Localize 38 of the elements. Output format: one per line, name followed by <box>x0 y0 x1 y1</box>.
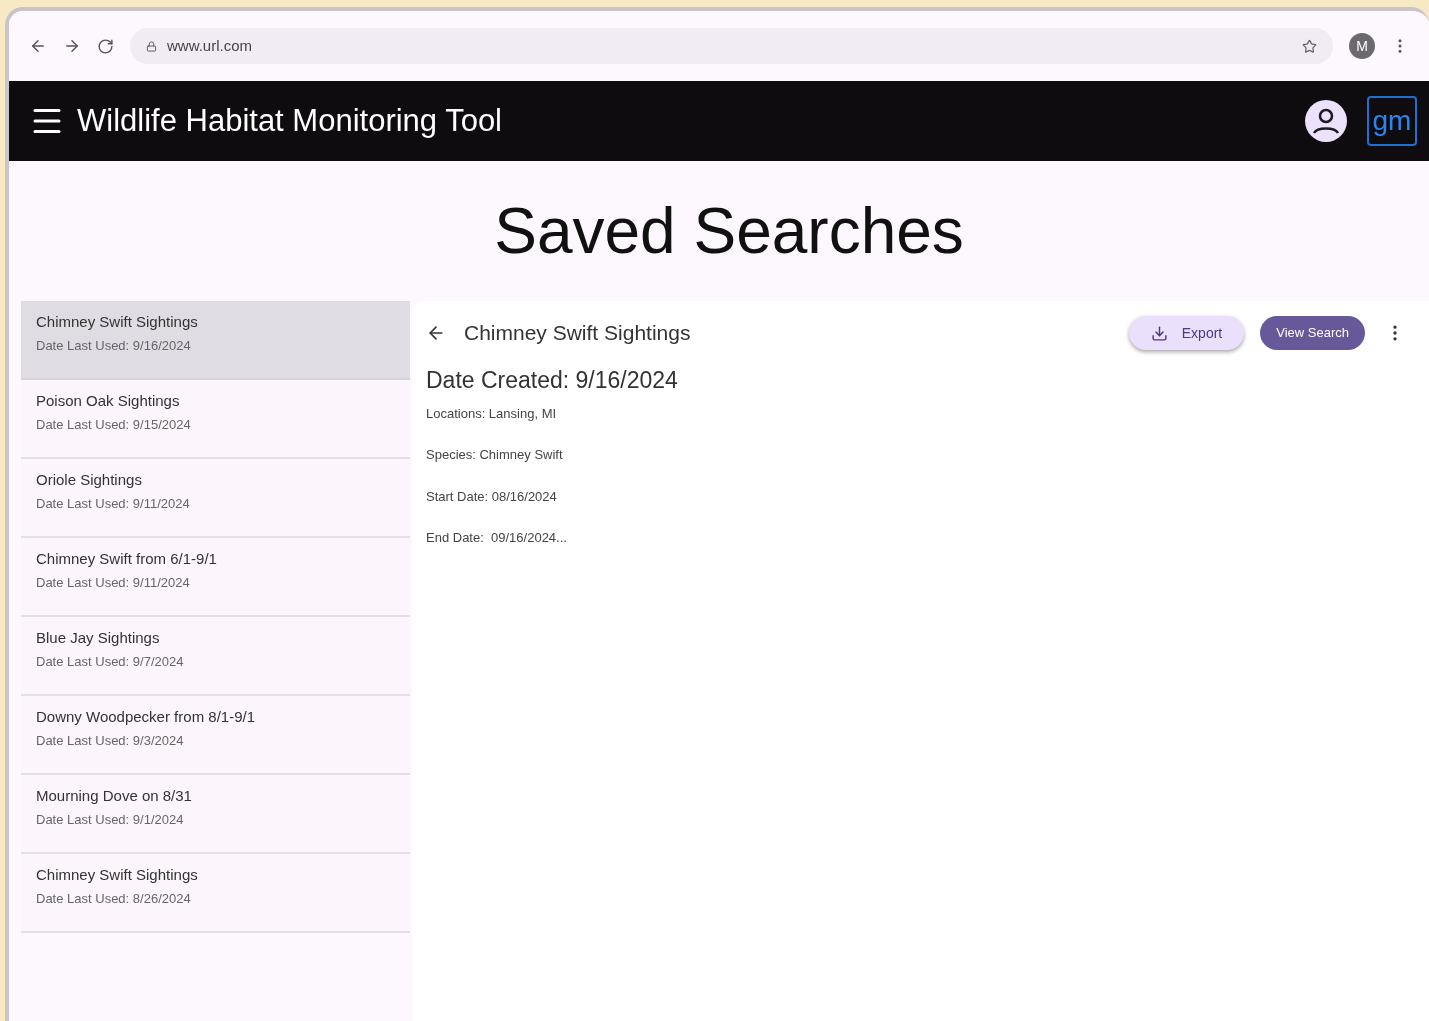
last-used-date: Date Last Used: 9/15/2024 <box>36 415 192 434</box>
detail-title: Chimney Swift Sightings <box>464 320 692 347</box>
forward-icon[interactable] <box>63 37 81 55</box>
user-account-icon[interactable] <box>1305 100 1347 142</box>
date-created: Date Created: 9/16/2024 <box>426 366 679 395</box>
profile-avatar[interactable]: M <box>1349 33 1375 59</box>
search-detail-field: Locations: Lansing, MI <box>426 403 1405 423</box>
export-button[interactable]: Export <box>1128 316 1245 350</box>
bookmark-icon[interactable] <box>1302 38 1317 54</box>
search-name: Mourning Dove on 8/31 <box>36 786 193 806</box>
last-used-date: Date Last Used: 9/7/2024 <box>36 652 185 671</box>
app-title: Wildlife Habitat Monitoring Tool <box>77 101 503 140</box>
lock-icon <box>146 40 157 52</box>
last-used-date: Date Last Used: 9/1/2024 <box>36 810 185 829</box>
back-icon[interactable] <box>29 37 47 55</box>
search-detail-field: Start Date: 08/16/2024 <box>426 486 1405 506</box>
last-used-date: Date Last Used: 9/3/2024 <box>36 731 185 750</box>
logo: gm <box>1367 96 1417 146</box>
download-icon <box>1150 324 1168 342</box>
last-used-date: Date Last Used: 8/26/2024 <box>36 889 192 908</box>
search-name: Downy Woodpecker from 8/1-9/1 <box>36 707 256 727</box>
search-name: Poison Oak Sightings <box>36 391 181 411</box>
search-detail-field: Species: Chimney Swift <box>426 445 1405 465</box>
saved-search-item[interactable]: Chimney Swift Sightings Date Last Used: 9/16/2024 <box>21 301 410 380</box>
search-name: Chimney Swift Sightings <box>36 865 199 885</box>
search-name: Blue Jay Sightings <box>36 628 161 648</box>
page-title: Saved Searches <box>494 194 964 269</box>
search-name: Chimney Swift from 6/1-9/1 <box>36 549 218 569</box>
address-bar[interactable]: www.url.com <box>130 28 1333 64</box>
search-name: Oriole Sightings <box>36 470 143 490</box>
search-detail-field: End Date: 09/16/2024... <box>426 528 1405 548</box>
search-name: Chimney Swift Sightings <box>36 312 199 332</box>
last-used-date: Date Last Used: 9/11/2024 <box>36 494 191 513</box>
last-used-date: Date Last Used: 9/11/2024 <box>36 573 191 592</box>
reload-icon[interactable] <box>97 37 114 55</box>
view-search-button[interactable]: View Search <box>1260 316 1365 350</box>
last-used-date: Date Last Used: 9/16/2024 <box>36 336 192 355</box>
url-text: www.url.com <box>167 35 253 56</box>
